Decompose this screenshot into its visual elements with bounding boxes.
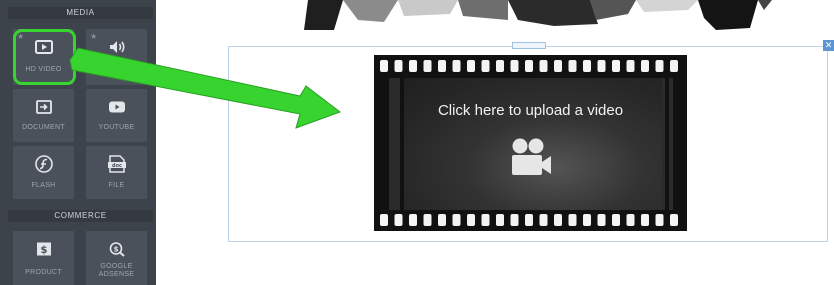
film-edge-left <box>389 78 400 210</box>
doc-file-icon: doc <box>86 154 147 174</box>
document-tile[interactable]: DOCUMENT <box>13 89 74 142</box>
google-adsense-tile[interactable]: $ GOOGLE ADSENSE <box>86 231 147 285</box>
sprocket-hole <box>626 214 635 226</box>
sprocket-hole <box>641 214 649 226</box>
speaker-icon <box>86 39 147 55</box>
sprocket-hole <box>423 214 432 226</box>
product-label: PRODUCT <box>25 269 62 276</box>
svg-text:doc: doc <box>112 163 122 169</box>
sprocket-hole <box>452 60 461 72</box>
sprocket-hole <box>394 60 403 72</box>
sprocket-hole <box>583 60 591 72</box>
element-sidebar: MEDIA ★ HD VIDEO ★ AUDIO DOCUMENT YOUTUB… <box>0 0 156 285</box>
sprocket-hole <box>539 214 548 226</box>
sprocket-hole <box>510 60 519 72</box>
sprocket-hole <box>380 214 388 226</box>
svg-text:$: $ <box>40 245 47 256</box>
sprocket-hole <box>467 214 475 226</box>
media-section-header: MEDIA <box>8 7 153 19</box>
svg-text:$: $ <box>113 246 118 254</box>
audio-tile[interactable]: ★ AUDIO <box>86 29 147 85</box>
sprocket-hole <box>670 60 678 72</box>
file-tile[interactable]: doc FILE <box>86 146 147 199</box>
sprocket-hole <box>626 60 635 72</box>
sprocket-hole <box>496 214 504 226</box>
sprocket-hole <box>394 214 403 226</box>
film-divider-left <box>400 78 404 210</box>
film-divider-right <box>665 78 669 210</box>
sprocket-hole <box>568 214 577 226</box>
sprocket-hole <box>583 214 591 226</box>
youtube-icon <box>86 99 147 115</box>
flash-icon <box>13 154 74 174</box>
sprocket-hole <box>655 60 664 72</box>
sprocket-hole <box>612 214 620 226</box>
file-label: FILE <box>108 182 125 189</box>
youtube-label: YOUTUBE <box>98 124 135 131</box>
product-tile[interactable]: $ PRODUCT <box>13 231 74 285</box>
flash-label: FLASH <box>31 182 56 189</box>
sprocket-hole <box>423 60 432 72</box>
sprocket-hole <box>481 60 490 72</box>
close-icon[interactable]: ✕ <box>823 40 834 51</box>
sprocket-hole <box>409 214 417 226</box>
sprocket-hole <box>554 214 562 226</box>
youtube-tile[interactable]: YOUTUBE <box>86 89 147 142</box>
sprocket-hole <box>597 214 606 226</box>
sprocket-hole <box>597 60 606 72</box>
audio-label: AUDIO <box>104 66 129 73</box>
sprocket-hole <box>438 214 446 226</box>
sprocket-hole <box>568 60 577 72</box>
flash-tile[interactable]: FLASH <box>13 146 74 199</box>
app-window: MEDIA ★ HD VIDEO ★ AUDIO DOCUMENT YOUTUB… <box>0 0 834 285</box>
sprocket-hole <box>409 60 417 72</box>
commerce-section-header: COMMERCE <box>8 210 153 222</box>
sprocket-hole <box>670 214 678 226</box>
sprocket-hole <box>380 60 388 72</box>
video-upload-area[interactable]: Click here to upload a video <box>374 55 687 231</box>
sprocket-hole <box>655 214 664 226</box>
sprocket-hole <box>496 60 504 72</box>
sprocket-hole <box>641 60 649 72</box>
video-camera-icon <box>508 137 552 177</box>
sprocket-hole <box>452 214 461 226</box>
sprocket-hole <box>438 60 446 72</box>
sprocket-hole <box>481 214 490 226</box>
adsense-icon: $ <box>86 241 147 257</box>
sprocket-hole <box>612 60 620 72</box>
header-photo <box>158 0 834 30</box>
sprocket-hole <box>525 214 533 226</box>
dollar-icon: $ <box>13 241 74 257</box>
document-label: DOCUMENT <box>22 124 65 131</box>
google-adsense-label: GOOGLE ADSENSE <box>98 263 135 278</box>
widget-drag-handle[interactable] <box>512 42 546 49</box>
sprocket-hole <box>554 60 562 72</box>
hd-video-highlight <box>13 29 76 85</box>
sprocket-hole <box>525 60 533 72</box>
sprocket-hole <box>467 60 475 72</box>
upload-video-prompt[interactable]: Click here to upload a video <box>374 102 687 120</box>
document-icon <box>13 99 74 115</box>
sprocket-hole <box>539 60 548 72</box>
sprocket-hole <box>510 214 519 226</box>
